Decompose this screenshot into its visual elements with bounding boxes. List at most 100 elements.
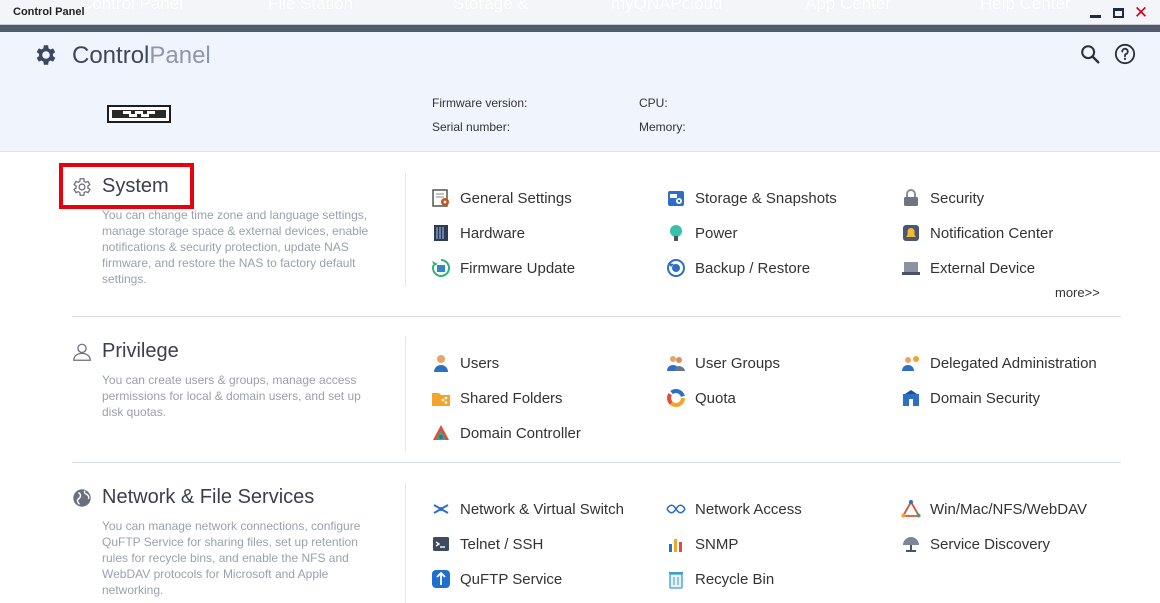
page-title-bold: Control <box>72 42 150 69</box>
close-button[interactable]: ✕ <box>1133 4 1149 21</box>
firmware-version-label: Firmware version: <box>432 96 528 110</box>
item-label: Domain Security <box>930 389 1041 407</box>
ghost-tab-app-center: App Center <box>805 0 891 13</box>
section-divider-vertical <box>405 483 406 603</box>
window-titlebar: Control Panel File Station Storage & myQ… <box>0 0 1160 25</box>
firmware-update-icon <box>432 259 450 277</box>
item-backup-restore[interactable]: Backup / Restore <box>666 256 810 280</box>
section-description-privilege: You can create users & groups, manage ac… <box>102 373 361 419</box>
item-hardware[interactable]: Hardware <box>431 221 525 245</box>
maximize-button[interactable] <box>1110 5 1126 21</box>
item-label: Win/Mac/NFS/WebDAV <box>930 500 1087 518</box>
item-label: Telnet / SSH <box>460 535 544 553</box>
service-discovery-icon <box>903 537 919 552</box>
section-title-privilege[interactable]: Privilege <box>102 340 179 363</box>
domain-security-icon <box>903 390 919 406</box>
minimize-icon <box>1089 14 1101 18</box>
item-label: SNMP <box>695 535 739 553</box>
more-link[interactable]: more>> <box>1055 285 1100 300</box>
quftp-icon <box>432 570 450 588</box>
item-label: Power <box>695 224 738 242</box>
quota-icon <box>667 389 685 407</box>
item-domain-security[interactable]: Domain Security <box>901 386 1040 410</box>
item-label: QuFTP Service <box>460 570 563 588</box>
hardware-icon <box>434 225 448 241</box>
window-frame-bar <box>0 25 1160 32</box>
item-external-device[interactable]: External Device <box>901 256 1035 280</box>
item-label: General Settings <box>460 189 572 207</box>
ghost-tab-control-panel: Control Panel <box>80 0 184 13</box>
item-firmware-update[interactable]: Firmware Update <box>431 256 575 280</box>
item-label: Service Discovery <box>930 535 1051 553</box>
item-telnet-ssh[interactable]: Telnet / SSH <box>431 532 543 556</box>
item-label: Network & Virtual Switch <box>460 500 624 518</box>
minimize-button[interactable] <box>1087 5 1103 21</box>
user-icon <box>73 343 91 361</box>
item-label: Network Access <box>695 500 802 518</box>
item-label: Delegated Administration <box>930 354 1097 372</box>
domain-controller-icon <box>433 425 449 440</box>
highlight-box <box>59 163 194 209</box>
nas-device-image <box>107 105 171 123</box>
notification-icon <box>903 225 919 241</box>
user-groups-icon <box>667 356 685 371</box>
item-label: Notification Center <box>930 224 1054 242</box>
gear-icon <box>36 45 56 65</box>
item-quota[interactable]: Quota <box>666 386 736 410</box>
recycle-bin-icon <box>669 572 683 589</box>
item-users[interactable]: Users <box>431 351 499 375</box>
external-device-icon <box>902 262 920 275</box>
item-quftp-service[interactable]: QuFTP Service <box>431 567 562 591</box>
section-divider <box>72 316 1121 317</box>
section-description-network-file-services: You can manage network connections, conf… <box>102 519 361 597</box>
item-label: Shared Folders <box>460 389 563 407</box>
section-divider-vertical <box>405 337 406 451</box>
general-settings-icon <box>432 189 449 207</box>
item-storage-snapshots[interactable]: Storage & Snapshots <box>666 186 837 210</box>
item-general-settings[interactable]: General Settings <box>431 186 572 210</box>
item-shared-folders[interactable]: Shared Folders <box>431 386 563 410</box>
item-label: Domain Controller <box>460 424 581 442</box>
item-label: Quota <box>695 389 736 407</box>
page-title-light: Panel <box>149 42 211 69</box>
item-label: Storage & Snapshots <box>695 189 837 207</box>
storage-icon <box>668 191 684 206</box>
delegated-admin-icon <box>902 356 919 371</box>
cpu-label: CPU: <box>639 96 668 110</box>
search-icon[interactable] <box>1079 43 1101 65</box>
section-divider <box>72 462 1121 463</box>
item-recycle-bin[interactable]: Recycle Bin <box>666 567 774 591</box>
item-security[interactable]: Security <box>901 186 984 210</box>
item-network-virtual-switch[interactable]: Network & Virtual Switch <box>431 497 624 521</box>
item-user-groups[interactable]: User Groups <box>666 351 780 375</box>
item-power[interactable]: Power <box>666 221 738 245</box>
section-divider-vertical <box>405 172 406 286</box>
item-delegated-administration[interactable]: Delegated Administration <box>901 351 1097 375</box>
item-label: User Groups <box>695 354 781 372</box>
control-panel-header: ControlPanel Firmware version: Serial nu… <box>0 32 1160 152</box>
item-domain-controller[interactable]: Domain Controller <box>431 421 581 445</box>
terminal-icon <box>433 537 449 551</box>
backup-icon <box>667 259 685 277</box>
ghost-tab-storage: Storage & <box>453 0 529 13</box>
item-label: Security <box>930 189 985 207</box>
item-win-mac-nfs-webdav[interactable]: Win/Mac/NFS/WebDAV <box>901 497 1087 521</box>
item-snmp[interactable]: SNMP <box>666 532 738 556</box>
network-access-icon <box>666 504 686 514</box>
item-notification-center[interactable]: Notification Center <box>901 221 1053 245</box>
help-icon[interactable] <box>1114 43 1136 65</box>
ghost-tab-help-center: Help Center <box>980 0 1071 13</box>
maximize-icon <box>1112 8 1124 18</box>
globe-icon <box>73 489 91 507</box>
item-network-access[interactable]: Network Access <box>666 497 802 521</box>
ghost-tab-file-station: File Station <box>268 0 354 13</box>
users-icon <box>434 355 448 372</box>
page-title: ControlPanel <box>72 42 211 70</box>
item-service-discovery[interactable]: Service Discovery <box>901 532 1050 556</box>
snmp-icon <box>669 539 682 552</box>
item-label: Users <box>460 354 500 372</box>
lock-icon <box>904 189 918 206</box>
serial-number-label: Serial number: <box>432 120 511 134</box>
item-label: Backup / Restore <box>695 259 811 277</box>
section-title-network-file-services[interactable]: Network & File Services <box>102 486 314 509</box>
